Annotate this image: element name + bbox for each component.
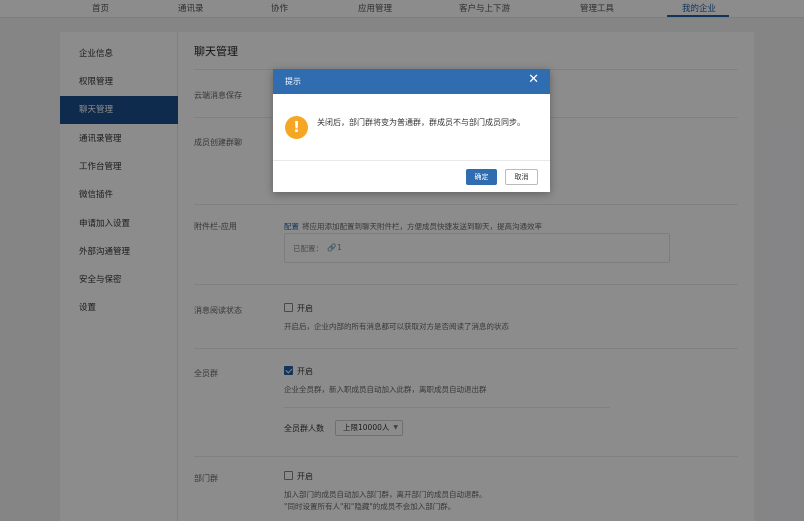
confirm-button[interactable]: 确定 — [466, 169, 497, 185]
dialog-header: 提示 ✕ — [273, 69, 550, 94]
close-icon[interactable]: ✕ — [528, 73, 539, 87]
dialog-title: 提示 — [285, 77, 301, 86]
confirm-dialog: 提示 ✕ ! 关闭后，部门群将变为普通群，群成员不与部门成员同步。 确定 取消 — [273, 69, 550, 192]
dialog-message: 关闭后，部门群将变为普通群，群成员不与部门成员同步。 — [317, 118, 525, 127]
warning-icon: ! — [285, 116, 308, 139]
cancel-button[interactable]: 取消 — [505, 169, 538, 185]
dialog-footer-divider — [273, 160, 550, 161]
